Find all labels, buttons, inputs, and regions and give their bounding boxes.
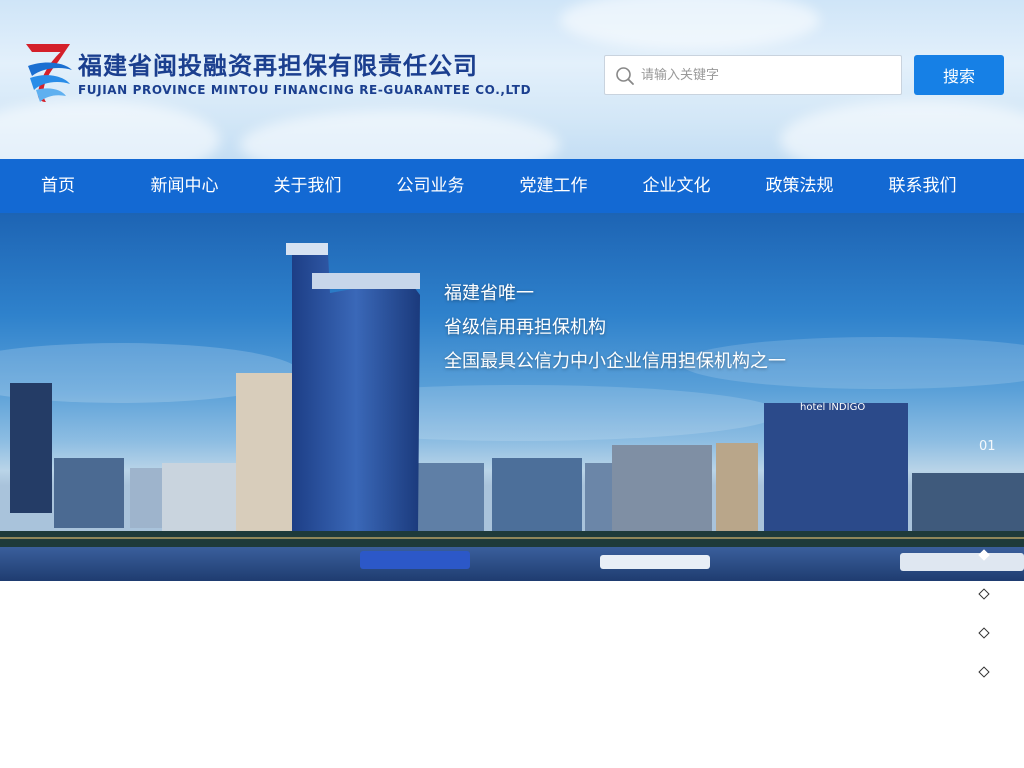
site-header: 福建省闽投融资再担保有限责任公司 FUJIAN PROVINCE MINTOU …: [0, 0, 1024, 159]
diamond-icon: [978, 627, 990, 639]
city-skyline-image: hotel INDIGO: [0, 243, 1024, 581]
slide-number: 01: [979, 439, 996, 454]
nav-item-party[interactable]: 党建工作: [492, 159, 615, 213]
slide-pager-4[interactable]: [978, 666, 990, 678]
banner-slogan-line-1: 福建省唯一: [444, 283, 534, 304]
diamond-icon: [978, 588, 990, 600]
nav-item-contact[interactable]: 联系我们: [861, 159, 984, 213]
company-name-cn: 福建省闽投融资再担保有限责任公司: [78, 52, 478, 80]
slide-pager-2[interactable]: [978, 588, 990, 600]
cloud-decoration: [0, 100, 220, 159]
search-box: [604, 55, 902, 95]
diamond-icon: [978, 549, 990, 561]
nav-item-culture[interactable]: 企业文化: [615, 159, 738, 213]
banner-slogan-line-3: 全国最具公信力中小企业信用担保机构之一: [444, 351, 786, 372]
hero-banner[interactable]: hotel INDIGO 福建省唯一 省级信用再担保机构 全国最具公信力中小企业…: [0, 213, 1024, 581]
banner-slogan-line-2: 省级信用再担保机构: [444, 317, 606, 338]
nav-item-news[interactable]: 新闻中心: [123, 159, 246, 213]
search-input[interactable]: [641, 56, 896, 94]
search-button[interactable]: 搜索: [914, 55, 1004, 95]
nav-item-business[interactable]: 公司业务: [369, 159, 492, 213]
search-icon: [616, 67, 634, 85]
nav-item-about[interactable]: 关于我们: [246, 159, 369, 213]
cloud-decoration: [560, 0, 820, 50]
diamond-icon: [978, 666, 990, 678]
company-name-en: FUJIAN PROVINCE MINTOU FINANCING RE-GUAR…: [78, 83, 532, 97]
nav-item-policy[interactable]: 政策法规: [738, 159, 861, 213]
slide-pager-3[interactable]: [978, 627, 990, 639]
company-logo[interactable]: [24, 42, 74, 104]
cloud-decoration: [780, 100, 1024, 159]
cloud-decoration: [240, 110, 560, 159]
hotel-sign-text: hotel INDIGO: [800, 402, 865, 413]
slide-pager-1[interactable]: [978, 549, 990, 561]
nav-item-home[interactable]: 首页: [41, 159, 123, 213]
main-nav: 首页 新闻中心 关于我们 公司业务 党建工作 企业文化 政策法规 联系我们: [0, 159, 1024, 213]
